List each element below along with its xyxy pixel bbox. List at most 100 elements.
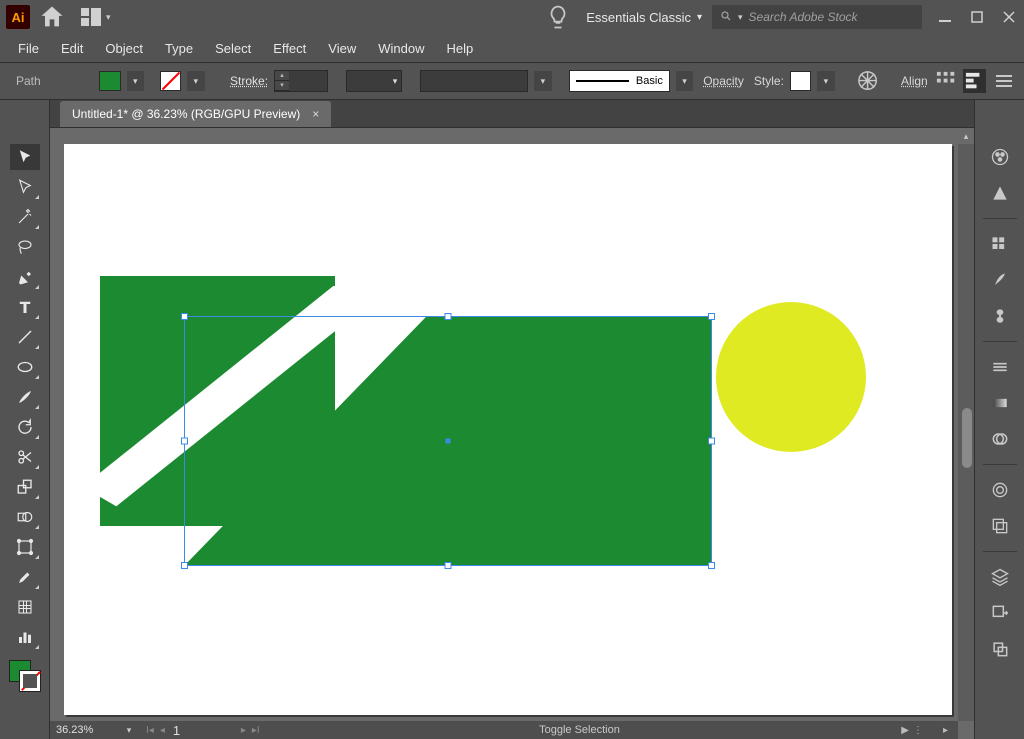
color-panel-icon[interactable] xyxy=(987,144,1013,170)
align-label[interactable]: Align xyxy=(901,74,928,88)
opacity-label[interactable]: Opacity xyxy=(703,74,744,88)
control-bar: Path ▾ ▾ Stroke: ▴▾ ▾ ▾ Basic ▾ Opacity … xyxy=(0,62,1024,100)
zoom-level[interactable]: 36.23% xyxy=(50,724,120,736)
close-tab-icon[interactable]: × xyxy=(312,107,319,121)
menu-effect[interactable]: Effect xyxy=(263,37,316,60)
arrange-docs-icon[interactable]: ▾ xyxy=(80,7,111,27)
shape-circle-yellow[interactable] xyxy=(716,302,866,452)
zoom-dropdown-icon[interactable]: ▾ xyxy=(120,725,138,736)
brush-definition[interactable] xyxy=(420,70,528,92)
stroke-panel-icon[interactable] xyxy=(987,354,1013,380)
swatches-panel-icon[interactable] xyxy=(987,231,1013,257)
prev-artboard-icon[interactable]: ◂ xyxy=(160,725,165,736)
shape-builder-tool[interactable] xyxy=(10,504,40,530)
mesh-tool[interactable] xyxy=(10,594,40,620)
maximize-button[interactable] xyxy=(968,8,986,26)
scissors-tool[interactable] xyxy=(10,444,40,470)
menu-help[interactable]: Help xyxy=(436,37,483,60)
first-artboard-icon[interactable]: I◂ xyxy=(146,725,154,736)
stroke-weight-input[interactable]: ▴▾ xyxy=(274,70,328,92)
brush-dropdown[interactable]: ▾ xyxy=(534,71,551,91)
resize-handle-bl[interactable] xyxy=(181,562,188,569)
search-adobe-stock[interactable]: ▾ Search Adobe Stock xyxy=(712,5,922,29)
lightbulb-icon[interactable] xyxy=(544,3,572,31)
status-menu-icon[interactable]: ⋮ xyxy=(913,725,923,736)
line-tool[interactable] xyxy=(10,324,40,350)
vertical-scrollbar[interactable]: ▴ xyxy=(958,128,974,721)
layers-panel-icon[interactable] xyxy=(987,564,1013,590)
menu-file[interactable]: File xyxy=(8,37,49,60)
menu-select[interactable]: Select xyxy=(205,37,261,60)
resize-handle-tr[interactable] xyxy=(708,313,715,320)
stroke-style-selector[interactable]: Basic xyxy=(569,70,669,92)
artboards-panel-icon[interactable] xyxy=(987,636,1013,662)
resize-handle-bm[interactable] xyxy=(445,562,452,569)
artboard[interactable] xyxy=(64,144,952,715)
column-graph-tool[interactable] xyxy=(10,624,40,650)
last-artboard-icon[interactable]: ▸I xyxy=(252,725,260,736)
graphic-style-dropdown[interactable]: ▾ xyxy=(817,71,834,91)
home-icon[interactable] xyxy=(38,3,66,31)
transparency-panel-icon[interactable] xyxy=(987,426,1013,452)
menu-object[interactable]: Object xyxy=(95,37,153,60)
selection-tool[interactable] xyxy=(10,144,40,170)
menu-type[interactable]: Type xyxy=(155,37,203,60)
hscroll-right-arrow[interactable]: ▸ xyxy=(933,725,958,736)
selection-type-label: Path xyxy=(16,74,41,88)
gradient-panel-icon[interactable] xyxy=(987,390,1013,416)
asset-export-panel-icon[interactable] xyxy=(987,600,1013,626)
menu-edit[interactable]: Edit xyxy=(51,37,93,60)
next-artboard-icon[interactable]: ▸ xyxy=(241,725,246,736)
center-handle[interactable] xyxy=(446,439,451,444)
panel-menu-icon[interactable] xyxy=(992,69,1016,93)
canvas-viewport[interactable]: ▴ 36.23% ▾ I◂ ◂ 1 ▸ ▸I Toggle Selection … xyxy=(50,128,974,739)
align-options-icon[interactable] xyxy=(934,69,957,93)
menu-window[interactable]: Window xyxy=(368,37,434,60)
direct-selection-tool[interactable] xyxy=(10,174,40,200)
resize-handle-mr[interactable] xyxy=(708,438,715,445)
appearance-panel-icon[interactable] xyxy=(987,477,1013,503)
rotate-tool[interactable] xyxy=(10,414,40,440)
resize-handle-ml[interactable] xyxy=(181,438,188,445)
color-guide-panel-icon[interactable] xyxy=(987,180,1013,206)
document-tab[interactable]: Untitled-1* @ 36.23% (RGB/GPU Preview) × xyxy=(60,101,331,127)
graphic-style-swatch[interactable] xyxy=(790,71,811,91)
selection-bounding-box[interactable] xyxy=(184,316,712,566)
lasso-tool[interactable] xyxy=(10,234,40,260)
status-play-icon[interactable]: ▶ xyxy=(901,725,909,736)
eyedropper-tool[interactable] xyxy=(10,564,40,590)
brushes-panel-icon[interactable] xyxy=(987,267,1013,293)
menu-view[interactable]: View xyxy=(318,37,366,60)
stroke-indicator[interactable] xyxy=(19,670,41,692)
fill-stroke-indicator[interactable] xyxy=(7,658,43,694)
close-button[interactable] xyxy=(1000,8,1018,26)
workspace-dropdown[interactable]: Essentials Classic ▾ xyxy=(576,10,712,25)
recolor-artwork-icon[interactable] xyxy=(856,69,879,93)
transform-panel-icon[interactable] xyxy=(963,69,986,93)
resize-handle-tl[interactable] xyxy=(181,313,188,320)
graphic-styles-panel-icon[interactable] xyxy=(987,513,1013,539)
resize-handle-tm[interactable] xyxy=(445,313,452,320)
scale-tool[interactable] xyxy=(10,474,40,500)
magic-wand-tool[interactable] xyxy=(10,204,40,230)
paintbrush-tool[interactable] xyxy=(10,384,40,410)
type-tool[interactable] xyxy=(10,294,40,320)
scroll-thumb[interactable] xyxy=(962,408,972,468)
pen-tool[interactable] xyxy=(10,264,40,290)
status-message: Toggle Selection xyxy=(268,724,892,736)
variable-width-profile[interactable]: ▾ xyxy=(346,70,402,92)
scroll-up-arrow[interactable]: ▴ xyxy=(958,128,974,144)
fill-swatch[interactable] xyxy=(99,71,120,91)
fill-dropdown[interactable]: ▾ xyxy=(127,71,144,91)
stroke-dropdown[interactable]: ▾ xyxy=(187,71,204,91)
work-area: Untitled-1* @ 36.23% (RGB/GPU Preview) × xyxy=(0,100,1024,739)
minimize-button[interactable] xyxy=(936,8,954,26)
ellipse-tool[interactable] xyxy=(10,354,40,380)
artboard-number[interactable]: 1 xyxy=(173,723,233,738)
free-transform-tool[interactable] xyxy=(10,534,40,560)
search-icon xyxy=(720,10,732,25)
stroke-style-dropdown[interactable]: ▾ xyxy=(676,71,693,91)
symbols-panel-icon[interactable] xyxy=(987,303,1013,329)
stroke-swatch[interactable] xyxy=(160,71,181,91)
resize-handle-br[interactable] xyxy=(708,562,715,569)
